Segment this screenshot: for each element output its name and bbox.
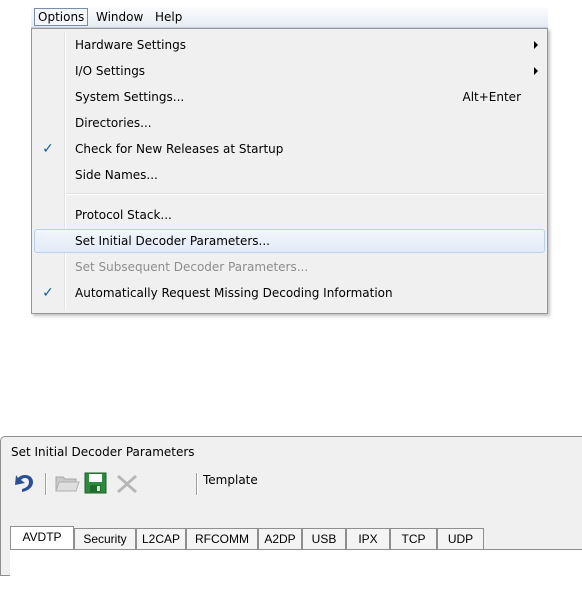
menu-separator [66,193,544,195]
menu-item-check-for-new-releases[interactable]: ✓ Check for New Releases at Startup [34,137,545,161]
menu-item-system-settings[interactable]: System Settings... Alt+Enter [34,85,545,109]
tab-a2dp[interactable]: A2DP [258,528,302,550]
tab-ipx[interactable]: IPX [346,528,390,550]
checkmark-icon: ✓ [42,141,54,157]
menu-item-label: I/O Settings [75,64,146,78]
menu-item-side-names[interactable]: Side Names... [34,163,545,187]
tab-avdtp[interactable]: AVDTP [10,526,74,551]
submenu-arrow-icon [534,67,538,75]
menu-item-label: Side Names... [75,168,158,182]
tab-rfcomm[interactable]: RFCOMM [186,528,258,550]
menu-item-label: Hardware Settings [75,38,186,52]
menu-bar: Options Window Help [31,7,548,28]
menu-item-label: Automatically Request Missing Decoding I… [75,286,393,300]
menu-item-shortcut: Alt+Enter [462,90,521,104]
undo-icon[interactable] [12,471,38,495]
menu-item-label: System Settings... [75,90,185,104]
menu-help[interactable]: Help [152,9,185,25]
submenu-arrow-icon [534,41,538,49]
dialog-toolbar: Template [10,468,582,498]
options-dropdown-menu: Hardware Settings I/O Settings System Se… [31,28,548,314]
menu-item-protocol-stack[interactable]: Protocol Stack... [34,203,545,227]
save-icon[interactable] [83,471,109,495]
menu-item-set-subsequent-decoder-parameters: Set Subsequent Decoder Parameters... [34,255,545,279]
menu-item-label: Check for New Releases at Startup [75,142,284,156]
menu-options[interactable]: Options [34,8,89,26]
menu-window[interactable]: Window [93,9,146,25]
menu-item-io-settings[interactable]: I/O Settings [34,59,545,83]
tab-l2cap[interactable]: L2CAP [136,528,186,550]
dialog-title: Set Initial Decoder Parameters [11,445,195,459]
tab-security[interactable]: Security [74,528,136,550]
toolbar-divider [45,473,47,495]
menu-item-auto-request-missing-decoding[interactable]: ✓ Automatically Request Missing Decoding… [34,281,545,305]
menu-item-set-initial-decoder-parameters[interactable]: Set Initial Decoder Parameters... [34,229,545,253]
tab-content-area [10,549,582,590]
tab-udp[interactable]: UDP [437,528,484,550]
tab-usb[interactable]: USB [302,528,346,550]
menu-item-hardware-settings[interactable]: Hardware Settings [34,33,545,57]
open-folder-icon[interactable] [54,471,80,495]
template-label: Template [203,473,258,487]
menu-item-label: Set Initial Decoder Parameters... [75,234,270,248]
toolbar-divider [196,473,198,495]
tab-tcp[interactable]: TCP [390,528,437,550]
menu-item-label: Protocol Stack... [75,208,172,222]
menu-item-directories[interactable]: Directories... [34,111,545,135]
delete-icon[interactable] [114,471,140,495]
menu-item-label: Directories... [75,116,152,130]
set-initial-decoder-parameters-dialog: Set Initial Decoder Parameters Template … [0,436,582,590]
menu-item-label: Set Subsequent Decoder Parameters... [75,260,309,274]
checkmark-icon: ✓ [42,285,54,301]
